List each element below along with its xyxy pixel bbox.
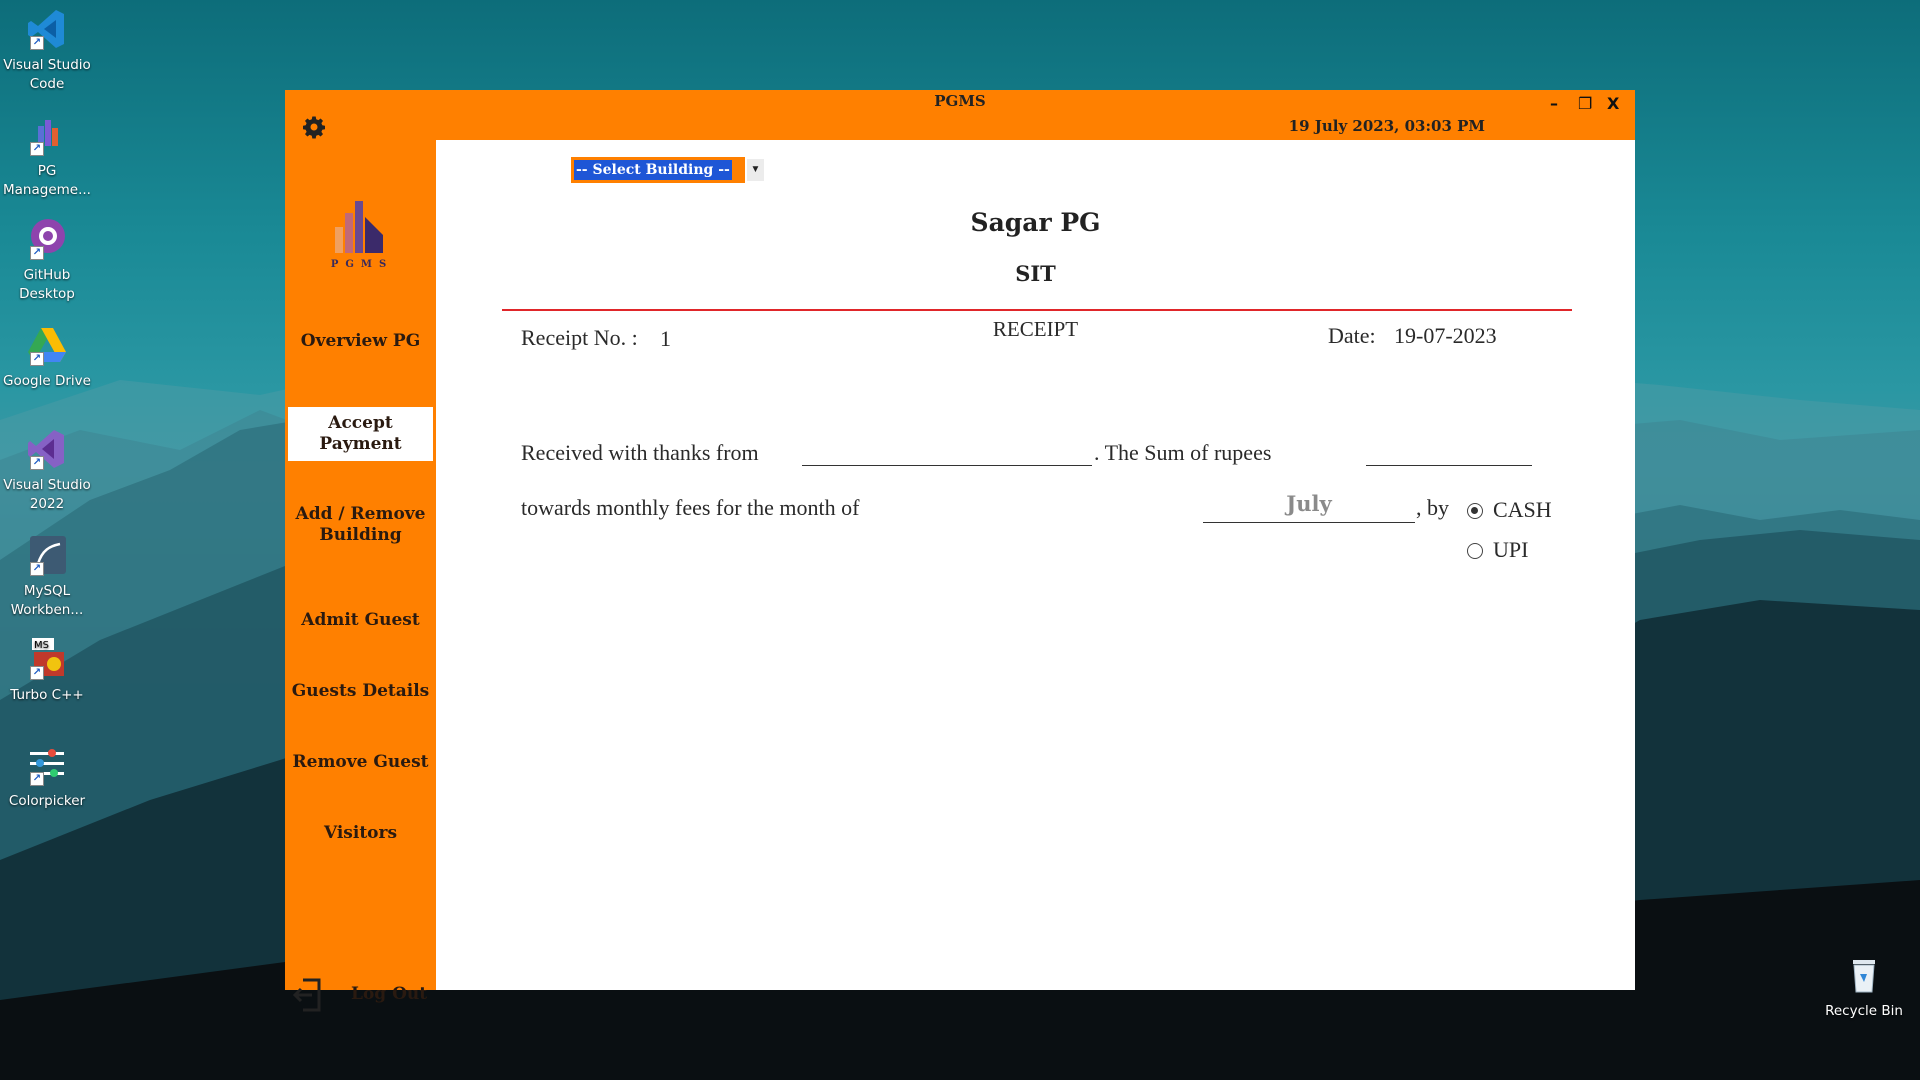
turbo-cpp-icon: MS ↗ [24, 636, 70, 682]
desktop-icon-label: Google Drive [3, 373, 91, 389]
pg-management-icon: ↗ [24, 112, 70, 158]
vscode-icon: ↗ [24, 6, 70, 52]
sidebar: PGMS Overview PG Accept Payment Add / Rem… [285, 140, 436, 1012]
receipt-panel: -- Select Building -- ▼ Sagar PG SIT Rec… [436, 140, 1635, 990]
amount-field[interactable] [1366, 442, 1532, 466]
building-logo-icon [335, 201, 383, 253]
colorpicker-icon: ↗ [24, 742, 70, 788]
desktop-icon-label: Recycle Bin [1825, 1003, 1903, 1019]
desktop-icon-turbo-cpp[interactable]: MS ↗ Turbo C++ [0, 636, 94, 705]
pgms-logo: PGMS [325, 195, 399, 275]
desktop-icon-label: Visual Studio Code [3, 57, 91, 92]
desktop-icon-vscode[interactable]: ↗ Visual Studio Code [0, 6, 94, 94]
visual-studio-icon: ↗ [24, 426, 70, 472]
desktop-icon-label: Visual Studio 2022 [3, 477, 91, 512]
chevron-down-icon[interactable]: ▼ [747, 159, 764, 181]
by-text: , by [1416, 495, 1449, 520]
desktop-icon-pg-management[interactable]: ↗ PG Manageme... [0, 112, 94, 200]
divider-line [502, 309, 1572, 311]
window-title: PGMS [934, 92, 986, 110]
desktop-icon-colorpicker[interactable]: ↗ Colorpicker [0, 742, 94, 811]
svg-text:MS: MS [34, 640, 49, 651]
date-label: Date: [1328, 323, 1376, 348]
close-button[interactable]: X [1607, 94, 1619, 113]
building-select-value: -- Select Building -- [574, 160, 732, 180]
mysql-workbench-icon: ↗ [24, 532, 70, 578]
cash-radio[interactable] [1467, 503, 1483, 519]
building-select[interactable]: -- Select Building -- ▼ [571, 157, 764, 183]
org-name: Sagar PG [970, 208, 1101, 237]
month-value: July [1286, 491, 1332, 516]
gear-icon[interactable] [302, 115, 326, 139]
nav-visitors[interactable]: Visitors [288, 823, 433, 844]
upi-radio[interactable] [1467, 543, 1483, 559]
nav-add-remove-building[interactable]: Add / Remove Building [288, 504, 433, 546]
nav-admit-guest[interactable]: Admit Guest [288, 610, 433, 631]
date-value: 19-07-2023 [1394, 323, 1497, 348]
google-drive-icon: ↗ [24, 322, 70, 368]
nav-remove-guest[interactable]: Remove Guest [288, 752, 433, 773]
nav-accept-payment[interactable]: Accept Payment [288, 407, 433, 461]
desktop-icon-label: Colorpicker [8, 793, 86, 809]
recycle-bin-icon [1841, 952, 1887, 998]
desktop-icon-label: Turbo C++ [10, 687, 84, 703]
desktop-icon-recycle-bin[interactable]: Recycle Bin [1814, 952, 1914, 1021]
received-text: Received with thanks from [521, 440, 759, 465]
payer-name-field[interactable] [802, 442, 1092, 466]
towards-text: towards monthly fees for the month of [521, 495, 860, 520]
nav-overview-pg[interactable]: Overview PG [288, 331, 433, 352]
desktop-icon-google-drive[interactable]: ↗ Google Drive [0, 322, 94, 391]
desktop-icon-label: PG Manageme... [3, 163, 91, 198]
desktop-icon-label: MySQL Workben... [10, 583, 84, 618]
upi-label[interactable]: UPI [1493, 537, 1528, 563]
building-select-box[interactable]: -- Select Building -- [571, 157, 745, 183]
logo-text: PGMS [330, 259, 394, 270]
desktop-icon-github-desktop[interactable]: ↗ GitHub Desktop [0, 216, 94, 304]
minimize-button[interactable]: – [1550, 94, 1558, 113]
title-bar[interactable]: PGMS 19 July 2023, 03:03 PM – ❐ X [285, 90, 1635, 140]
nav-guests-details[interactable]: Guests Details [288, 681, 433, 702]
cash-label[interactable]: CASH [1493, 497, 1552, 523]
datetime-label: 19 July 2023, 03:03 PM [1288, 117, 1485, 135]
sum-text: . The Sum of rupees [1094, 440, 1272, 465]
desktop-icon-visual-studio[interactable]: ↗ Visual Studio 2022 [0, 426, 94, 514]
org-subtitle: SIT [1015, 261, 1056, 286]
github-desktop-icon: ↗ [24, 216, 70, 262]
desktop-icon-mysql-workbench[interactable]: ↗ MySQL Workben... [0, 532, 94, 620]
logout-button[interactable]: Log Out [351, 984, 427, 1004]
logout-icon[interactable] [293, 977, 323, 1013]
app-window: PGMS 19 July 2023, 03:03 PM – ❐ X PGMS O… [285, 90, 1635, 1012]
maximize-button[interactable]: ❐ [1578, 94, 1592, 113]
desktop-icon-label: GitHub Desktop [19, 267, 75, 302]
